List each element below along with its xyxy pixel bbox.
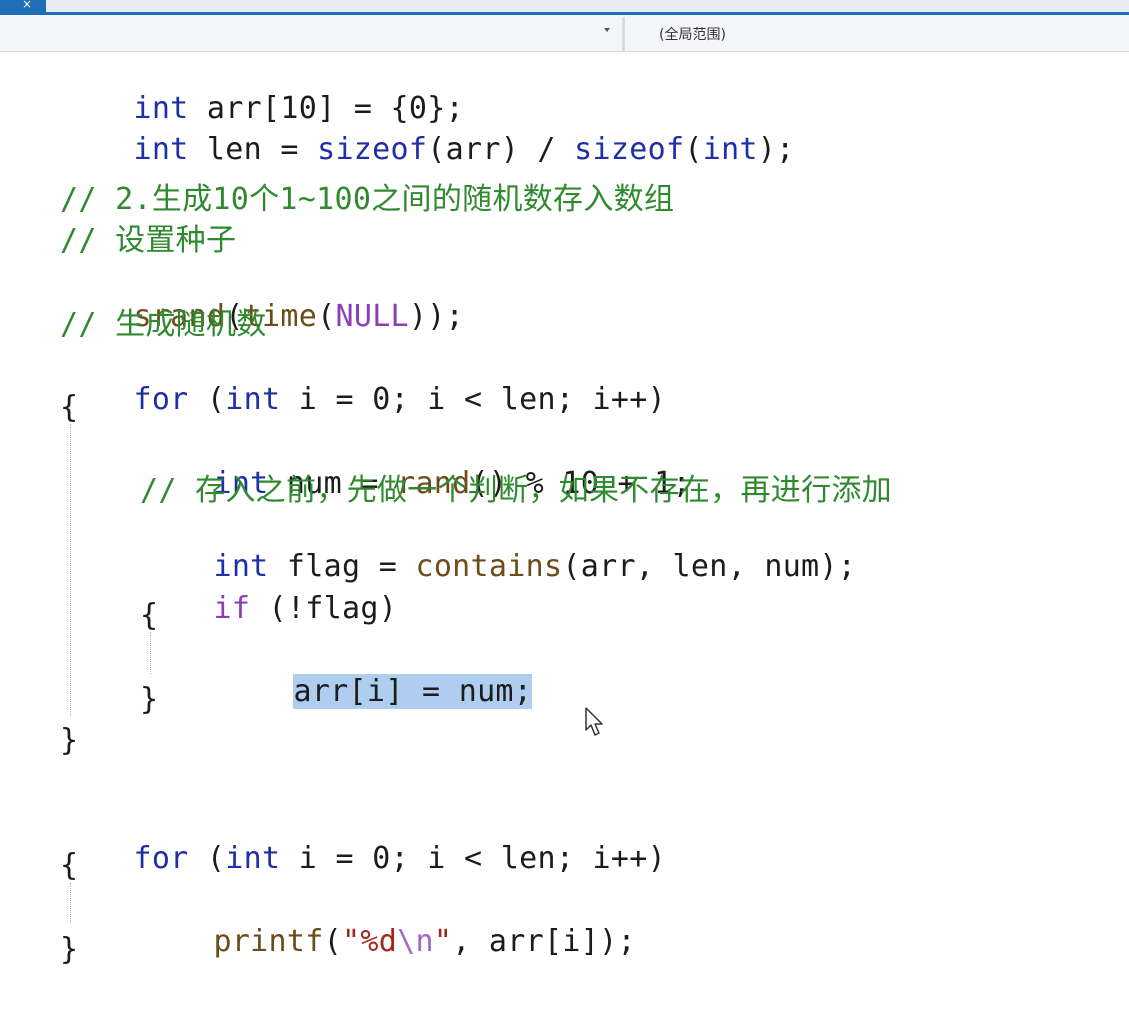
code-text: ( — [188, 382, 226, 417]
code-line: int num = rand() % 10 + 1; — [140, 433, 691, 501]
code-text: )); — [408, 299, 465, 334]
string-literal: " — [433, 924, 453, 959]
string-literal: "%d — [342, 924, 398, 959]
keyword: int — [702, 132, 758, 167]
chevron-down-icon[interactable] — [604, 28, 610, 32]
macro-name: NULL — [335, 299, 409, 334]
mouse-cursor-icon — [585, 707, 603, 736]
scope-dropdown-label: (全局范围) — [659, 27, 726, 43]
active-document-tab[interactable]: × — [0, 0, 46, 12]
code-line: if (!flag) — [140, 558, 397, 626]
code-line: int flag = contains(arr, len, num); — [140, 516, 856, 584]
code-text: i = — [280, 841, 373, 876]
code-line: srand(time(NULL)); — [60, 266, 464, 334]
keyword: sizeof — [574, 132, 685, 167]
code-text: (arr, len, num); — [562, 549, 857, 584]
code-text: ( — [323, 924, 342, 959]
code-line: int arr[10] = {0}; — [60, 58, 464, 126]
code-text: ( — [684, 132, 703, 167]
keyword: sizeof — [317, 132, 428, 167]
keyword: for — [133, 382, 189, 417]
function-name: printf — [213, 924, 324, 959]
code-comment: // 生成随机数 — [60, 307, 267, 342]
navigation-bar: (全局范围) — [0, 15, 1129, 52]
keyword: for — [133, 841, 189, 876]
code-brace: { — [60, 848, 79, 883]
code-line: arr[i] = num; — [220, 641, 533, 709]
code-line: for (int i = 0; i < len; i++) — [60, 349, 666, 417]
code-brace: { — [60, 390, 79, 425]
code-comment: // 设置种子 — [60, 223, 237, 258]
close-icon[interactable]: × — [22, 0, 32, 11]
code-brace: } — [140, 682, 159, 717]
code-line: printf("%d\n", arr[i]); — [140, 891, 636, 959]
member-dropdown[interactable] — [0, 19, 622, 47]
code-brace: } — [60, 932, 79, 967]
code-text: (!flag) — [250, 591, 398, 626]
code-text: ; i < len; i++) — [390, 382, 666, 417]
code-text: ; i < len; i++) — [390, 841, 666, 876]
code-text: i = — [280, 382, 373, 417]
function-name: contains — [415, 549, 563, 584]
keyword: int — [225, 841, 281, 876]
escape-sequence: \n — [397, 924, 434, 959]
indent-guide — [70, 424, 71, 716]
code-text: ( — [317, 299, 336, 334]
keyword: int — [225, 382, 281, 417]
keyword: int — [133, 132, 189, 167]
selected-text[interactable]: arr[i] = num; — [293, 674, 533, 709]
code-text: (arr) / — [427, 132, 575, 167]
code-text: len = — [188, 132, 318, 167]
number-literal: 0 — [372, 382, 391, 417]
document-tab-strip: × — [0, 0, 1129, 15]
code-line: for (int i = 0; i < len; i++) — [60, 808, 666, 876]
code-text: ); — [757, 132, 795, 167]
code-line: int len = sizeof(arr) / sizeof(int); — [60, 99, 795, 167]
code-text: ( — [188, 841, 226, 876]
code-brace: { — [140, 598, 159, 633]
code-text: , arr[i]); — [452, 924, 636, 959]
code-comment: // 2.生成10个1~100之间的随机数存入数组 — [60, 182, 675, 217]
code-editor[interactable]: int arr[10] = {0}; int len = sizeof(arr)… — [0, 52, 1129, 1009]
number-literal: 0 — [372, 841, 391, 876]
scope-dropdown[interactable]: (全局范围) — [625, 19, 1129, 47]
keyword: if — [213, 591, 251, 626]
code-brace: } — [60, 723, 79, 758]
code-comment: // 存入之前，先做一个判断，如果不存在，再进行添加 — [140, 473, 892, 508]
